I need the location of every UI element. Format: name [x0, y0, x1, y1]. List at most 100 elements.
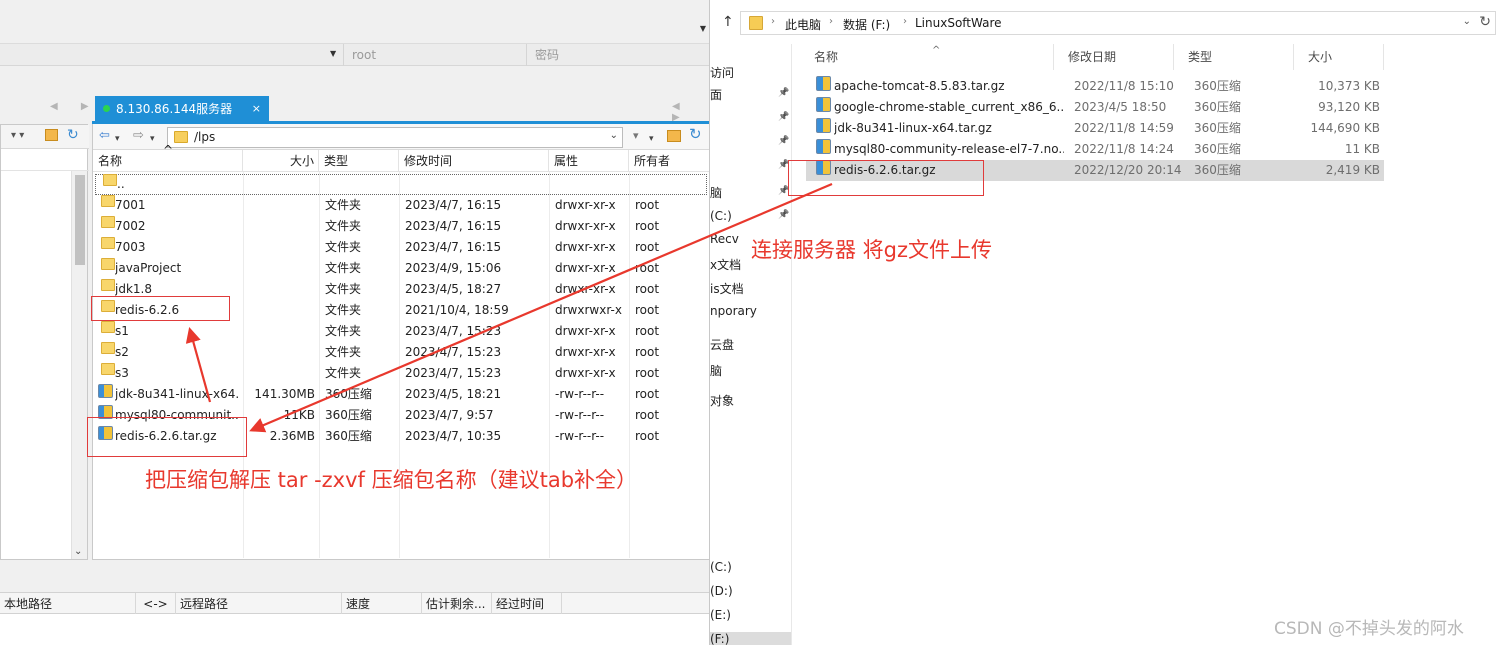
nav-item[interactable]: (F:)	[710, 632, 791, 645]
nav-item[interactable]: (C:)	[710, 560, 732, 574]
back-dropdown-icon[interactable]: ▾	[115, 132, 120, 146]
local-scrollbar[interactable]: ⌄	[71, 171, 87, 559]
table-row[interactable]: 7002 文件夹 2023/4/7, 16:15 drwxr-xr-x root	[93, 216, 709, 237]
nav-item[interactable]: 脑	[710, 184, 722, 201]
table-row[interactable]: s3 文件夹 2023/4/7, 15:23 drwxr-xr-x root	[93, 363, 709, 384]
username-field[interactable]: root	[343, 44, 525, 66]
col-elapsed[interactable]: 经过时间	[492, 593, 562, 615]
col-modified[interactable]: 修改时间	[399, 150, 549, 172]
cell-owner: root	[635, 408, 660, 422]
col-size[interactable]: 大小	[243, 150, 319, 172]
forward-dropdown-icon[interactable]: ▾	[150, 132, 155, 146]
refresh-icon[interactable]: ↻	[67, 127, 79, 143]
cell-modified: 2021/10/4, 18:59	[405, 303, 509, 317]
tab-server[interactable]: 8.130.86.144服务器 ×	[95, 96, 269, 122]
home-folder-icon[interactable]	[667, 130, 681, 142]
close-tab-icon[interactable]: ×	[252, 96, 261, 122]
scroll-down-icon[interactable]: ⌄	[74, 546, 82, 557]
nav-item[interactable]: (E:)	[710, 608, 731, 622]
cell-modified: 2023/4/7, 15:23	[405, 324, 502, 338]
address-dropdown-icon[interactable]: ⌄	[1463, 16, 1471, 27]
cell-attrs: drwxr-xr-x	[555, 219, 616, 233]
cell-name: google-chrome-stable_current_x86_6...	[834, 100, 1064, 114]
col-type[interactable]: 类型	[319, 150, 399, 172]
host-dropdown-icon[interactable]: ▼	[330, 49, 336, 58]
nav-item[interactable]: x文档	[710, 256, 741, 273]
col-remote-path[interactable]: 远程路径	[176, 593, 342, 615]
dropdown-caret-icon[interactable]: ▼	[700, 24, 706, 33]
nav-item[interactable]: 访问	[710, 64, 734, 81]
nav-item[interactable]: 对象	[710, 392, 734, 409]
list-item[interactable]: jdk-8u341-linux-x64.tar.gz 2022/11/8 14:5…	[806, 118, 1384, 139]
filter-dropdown-icon[interactable]: ▾ ▾	[11, 130, 24, 141]
nav-item[interactable]: (D:)	[710, 584, 733, 598]
col-owner[interactable]: 所有者	[629, 150, 709, 172]
cell-owner: root	[635, 261, 660, 275]
address-bar: ↑ › 此电脑 › 数据 (F:) › LinuxSoftWare ⌄ ↻	[710, 0, 1502, 44]
breadcrumb-folder[interactable]: LinuxSoftWare	[915, 16, 1002, 30]
filter-dropdown-icon[interactable]: ▾	[649, 132, 654, 146]
cell-modified: 2023/4/9, 15:06	[405, 261, 502, 275]
table-row[interactable]: ..	[95, 174, 707, 195]
chevron-right-icon[interactable]: ›	[771, 16, 775, 27]
col-remaining[interactable]: 估计剩余...	[422, 593, 492, 615]
tab-scroll-arrows-right-icon[interactable]: ◀ ▶	[672, 101, 709, 123]
nav-item[interactable]: Recv	[710, 232, 739, 246]
list-item[interactable]: google-chrome-stable_current_x86_6... 202…	[806, 97, 1384, 118]
cell-name: apache-tomcat-8.5.83.tar.gz	[834, 79, 1005, 93]
archive-icon	[816, 97, 831, 112]
password-field[interactable]: 密码	[526, 44, 709, 66]
cell-modified: 2022/11/8 15:10	[1074, 79, 1174, 93]
up-arrow-icon[interactable]: ↑	[722, 14, 734, 30]
list-item[interactable]: apache-tomcat-8.5.83.tar.gz 2022/11/8 15:…	[806, 76, 1384, 97]
col-attrs[interactable]: 属性	[549, 150, 629, 172]
chevron-right-icon[interactable]: ›	[829, 16, 833, 27]
col-speed[interactable]: 速度	[342, 593, 422, 615]
filter-icon[interactable]: ▾	[633, 129, 639, 143]
table-row[interactable]: javaProject 文件夹 2023/4/9, 15:06 drwxr-xr-x r…	[93, 258, 709, 279]
folder-icon	[101, 216, 115, 228]
cell-type: 360压缩	[1194, 142, 1241, 156]
col-size[interactable]: 大小	[1294, 44, 1384, 70]
address-input[interactable]: › 此电脑 › 数据 (F:) › LinuxSoftWare ⌄ ↻	[740, 11, 1496, 35]
folder-icon	[101, 342, 115, 354]
col-name[interactable]: 名称	[800, 44, 1054, 70]
chevron-right-icon[interactable]: ›	[903, 16, 907, 27]
pin-icon[interactable]: 📌	[778, 136, 789, 146]
home-folder-icon[interactable]	[45, 129, 58, 141]
archive-icon	[816, 139, 831, 154]
list-item[interactable]: mysql80-community-release-el7-7.no... 202…	[806, 139, 1384, 160]
refresh-icon[interactable]: ↻	[689, 127, 702, 142]
col-type[interactable]: 类型	[1174, 44, 1294, 70]
breadcrumb-this-pc[interactable]: 此电脑	[785, 16, 821, 33]
back-arrow-icon[interactable]: ⇦	[99, 129, 110, 143]
nav-item[interactable]: 面	[710, 86, 722, 103]
sort-caret-icon: ^	[932, 45, 941, 56]
table-row[interactable]: jdk-8u341-linux-x64... 141.30MB 360压缩 2023/…	[93, 384, 709, 405]
remote-path-input[interactable]: /lps ⌄	[167, 127, 623, 148]
col-local-path[interactable]: 本地路径	[0, 593, 136, 615]
nav-item[interactable]: 云盘	[710, 336, 734, 353]
cell-owner: root	[635, 345, 660, 359]
pin-icon[interactable]: 📌	[778, 112, 789, 122]
table-row[interactable]: 7001 文件夹 2023/4/7, 16:15 drwxr-xr-x root	[93, 195, 709, 216]
path-dropdown-icon[interactable]: ⌄	[610, 130, 618, 141]
table-row[interactable]: 7003 文件夹 2023/4/7, 16:15 drwxr-xr-x root	[93, 237, 709, 258]
nav-item[interactable]: 脑	[710, 362, 722, 379]
pin-icon[interactable]: 📌	[778, 210, 789, 220]
nav-item[interactable]: nporary	[710, 304, 757, 318]
refresh-icon[interactable]: ↻	[1479, 14, 1491, 30]
col-modified[interactable]: 修改日期	[1054, 44, 1174, 70]
pin-icon[interactable]: 📌	[778, 88, 789, 98]
scroll-thumb[interactable]	[75, 175, 85, 265]
breadcrumb-drive[interactable]: 数据 (F:)	[843, 16, 890, 33]
tab-scroll-arrows-icon[interactable]: ◀ ▶	[50, 101, 99, 112]
table-row[interactable]: s1 文件夹 2023/4/7, 15:23 drwxr-xr-x root	[93, 321, 709, 342]
col-direction[interactable]: <->	[136, 593, 176, 615]
nav-item[interactable]: (C:)	[710, 209, 732, 223]
nav-item[interactable]: is文档	[710, 280, 744, 297]
cell-name: 7002	[115, 219, 146, 233]
cell-attrs: drwxr-xr-x	[555, 198, 616, 212]
table-row[interactable]: s2 文件夹 2023/4/7, 15:23 drwxr-xr-x root	[93, 342, 709, 363]
forward-arrow-icon[interactable]: ⇨	[133, 129, 144, 143]
